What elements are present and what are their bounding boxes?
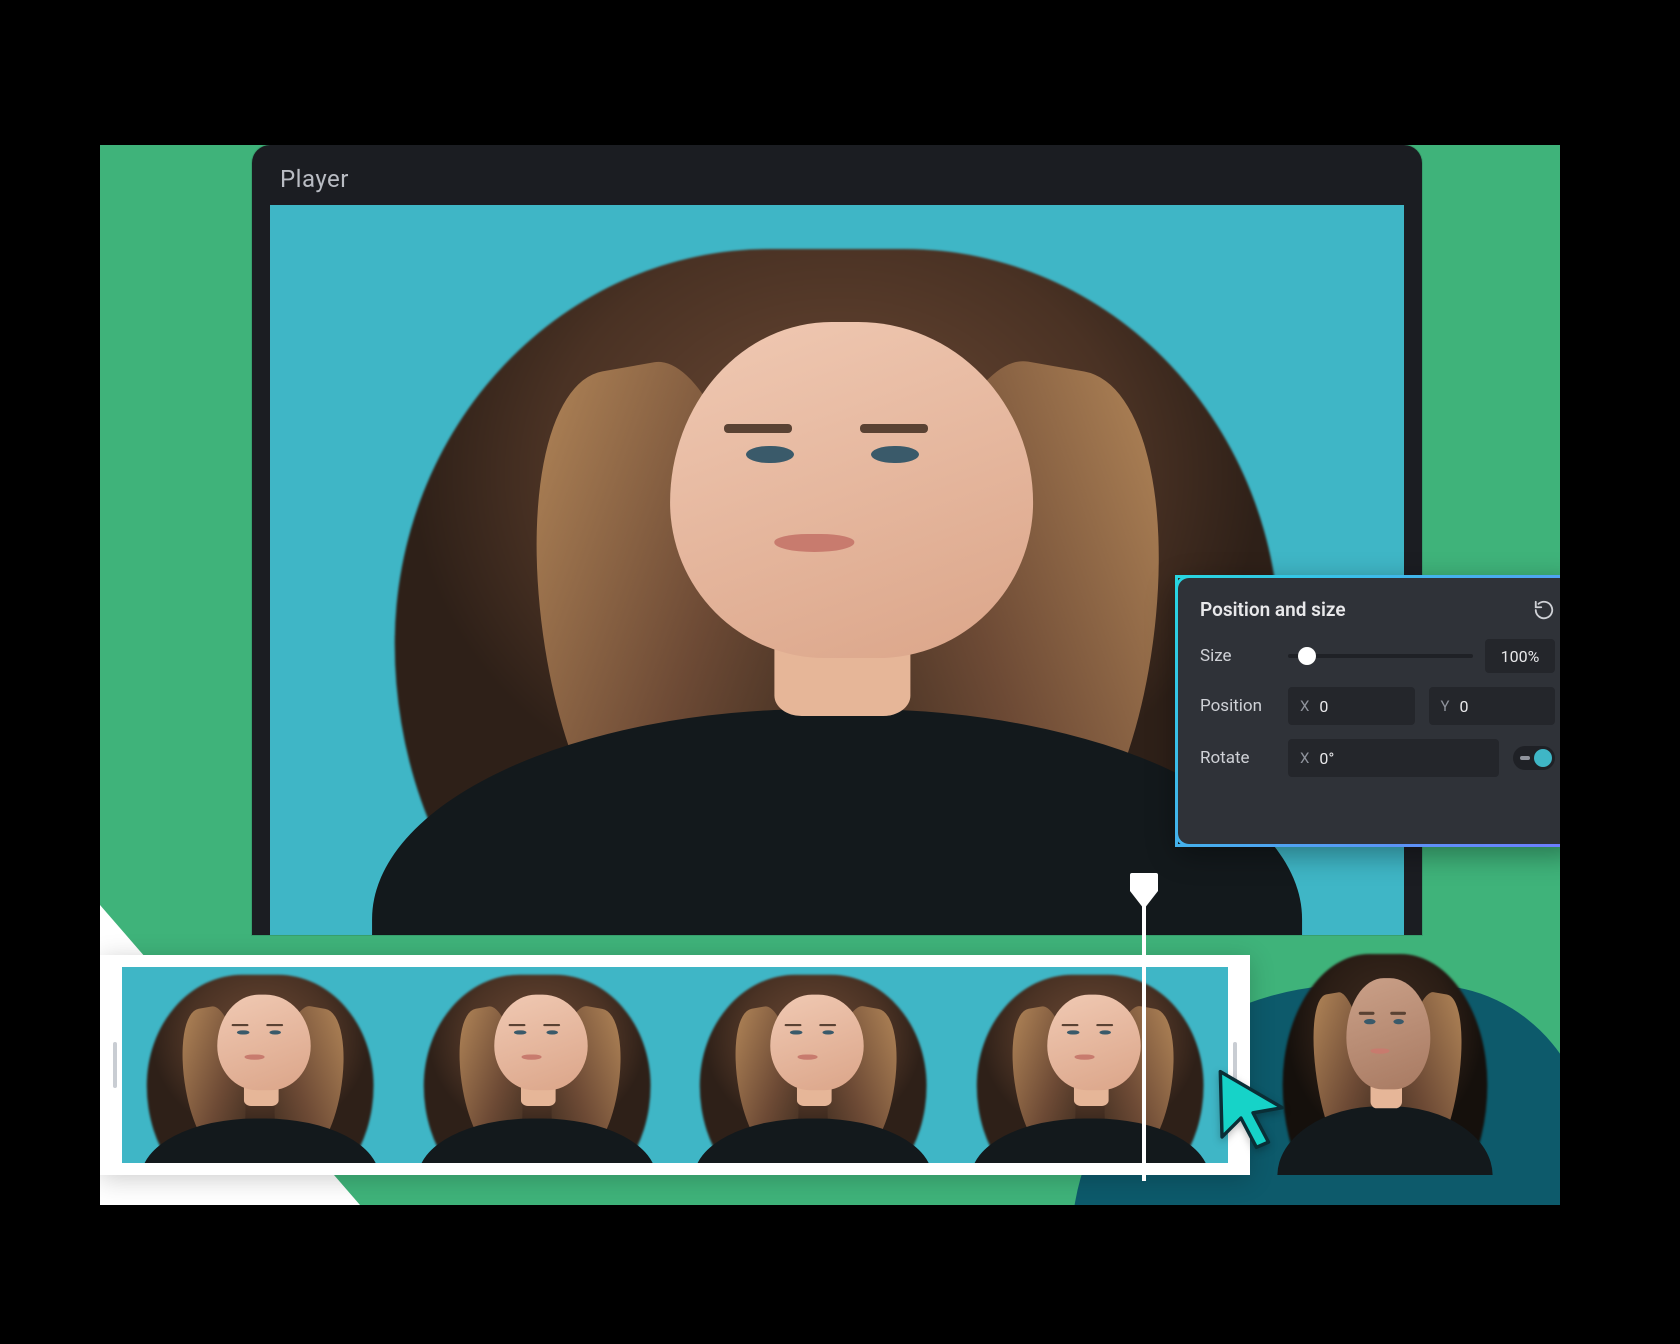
timeline-frame[interactable] <box>122 967 399 1163</box>
position-label: Position <box>1200 696 1274 716</box>
cursor-pointer-icon <box>1210 1063 1296 1149</box>
app-stage: Player Position and size <box>100 145 1560 1205</box>
rotate-toggle[interactable] <box>1513 746 1555 770</box>
playhead-line[interactable] <box>1142 901 1146 1181</box>
position-x-value: 0 <box>1319 697 1328 716</box>
size-row: Size 100% <box>1200 639 1555 673</box>
position-row: Position X 0 Y 0 <box>1200 687 1555 725</box>
reset-icon[interactable] <box>1533 599 1555 621</box>
timeline-frame[interactable] <box>399 967 676 1163</box>
size-slider[interactable] <box>1288 654 1473 658</box>
size-slider-thumb[interactable] <box>1298 647 1316 665</box>
timeline-frame-outside[interactable] <box>1260 945 1510 1175</box>
player-title: Player <box>280 165 349 193</box>
position-y-input[interactable]: Y 0 <box>1429 687 1556 725</box>
position-y-value: 0 <box>1460 697 1469 716</box>
position-x-axis-label: X <box>1300 697 1309 715</box>
rotate-x-input[interactable]: X 0° <box>1288 739 1499 777</box>
rotate-label: Rotate <box>1200 748 1274 768</box>
position-size-panel: Position and size Size 100% Position X <box>1175 575 1560 847</box>
size-label: Size <box>1200 646 1274 666</box>
rotate-row: Rotate X 0° <box>1200 739 1555 777</box>
clip-handle-left[interactable] <box>110 1000 120 1130</box>
timeline-frame[interactable] <box>675 967 952 1163</box>
clip-thumbnails[interactable] <box>122 967 1228 1163</box>
position-y-axis-label: Y <box>1441 697 1450 715</box>
playhead-marker-icon[interactable] <box>1128 871 1160 911</box>
timeline-clip[interactable] <box>100 955 1250 1175</box>
size-value[interactable]: 100% <box>1485 639 1555 673</box>
timeline-frame[interactable] <box>952 967 1229 1163</box>
rotate-x-value: 0° <box>1319 749 1334 768</box>
panel-title: Position and size <box>1200 598 1346 621</box>
rotate-x-axis-label: X <box>1300 749 1309 767</box>
position-x-input[interactable]: X 0 <box>1288 687 1415 725</box>
